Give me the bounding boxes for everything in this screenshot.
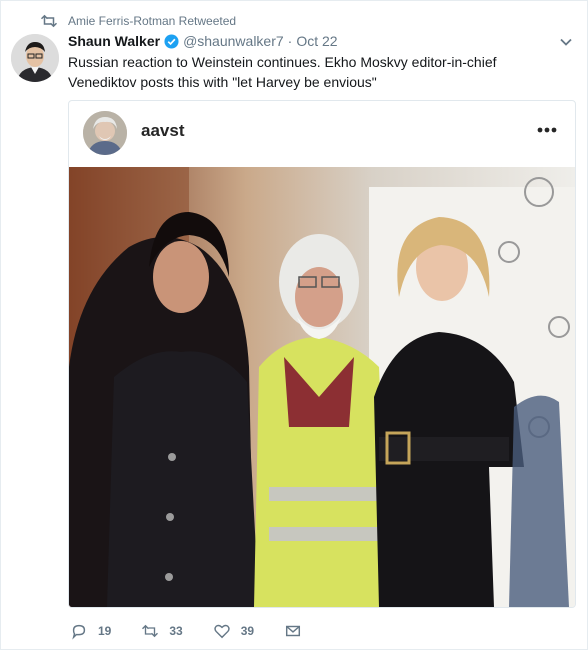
- embed-photo[interactable]: [69, 167, 575, 607]
- retweet-action[interactable]: 33: [141, 622, 183, 640]
- verified-badge-icon: [164, 33, 179, 49]
- chevron-down-icon[interactable]: [558, 34, 574, 50]
- heart-icon: [214, 624, 230, 639]
- reply-icon: [72, 624, 86, 640]
- direct-message-action[interactable]: [284, 622, 312, 640]
- embed-header: aavst: [69, 101, 575, 167]
- embed-username[interactable]: aavst: [141, 121, 184, 141]
- reply-action[interactable]: 19: [70, 622, 111, 640]
- author-avatar[interactable]: [11, 34, 59, 82]
- retweet-icon: [40, 14, 58, 28]
- tweet-text: Russian reaction to Weinstein continues.…: [68, 54, 497, 90]
- like-count: 39: [240, 624, 255, 638]
- more-dots-icon[interactable]: [537, 127, 557, 133]
- instagram-embed[interactable]: aavst: [68, 100, 576, 608]
- header-separator: ·: [287, 33, 293, 49]
- tweet-date[interactable]: Oct 22: [296, 33, 337, 49]
- retweet-count: 33: [169, 624, 183, 638]
- embed-avatar[interactable]: [83, 111, 127, 155]
- retweet-banner-text[interactable]: Amie Ferris-Rotman Retweeted: [68, 14, 236, 28]
- tweet-actions: 19 33 39: [70, 620, 342, 642]
- retweet-banner: Amie Ferris-Rotman Retweeted: [40, 12, 236, 30]
- reply-count: 19: [98, 624, 112, 638]
- author-name[interactable]: Shaun Walker: [68, 33, 160, 49]
- envelope-icon: [286, 625, 301, 637]
- like-action[interactable]: 39: [213, 622, 254, 640]
- retweet-icon: [142, 624, 159, 638]
- tweet-header: Shaun Walker @shaunwalker7 · Oct 22: [68, 33, 548, 49]
- author-handle[interactable]: @shaunwalker7: [183, 33, 284, 49]
